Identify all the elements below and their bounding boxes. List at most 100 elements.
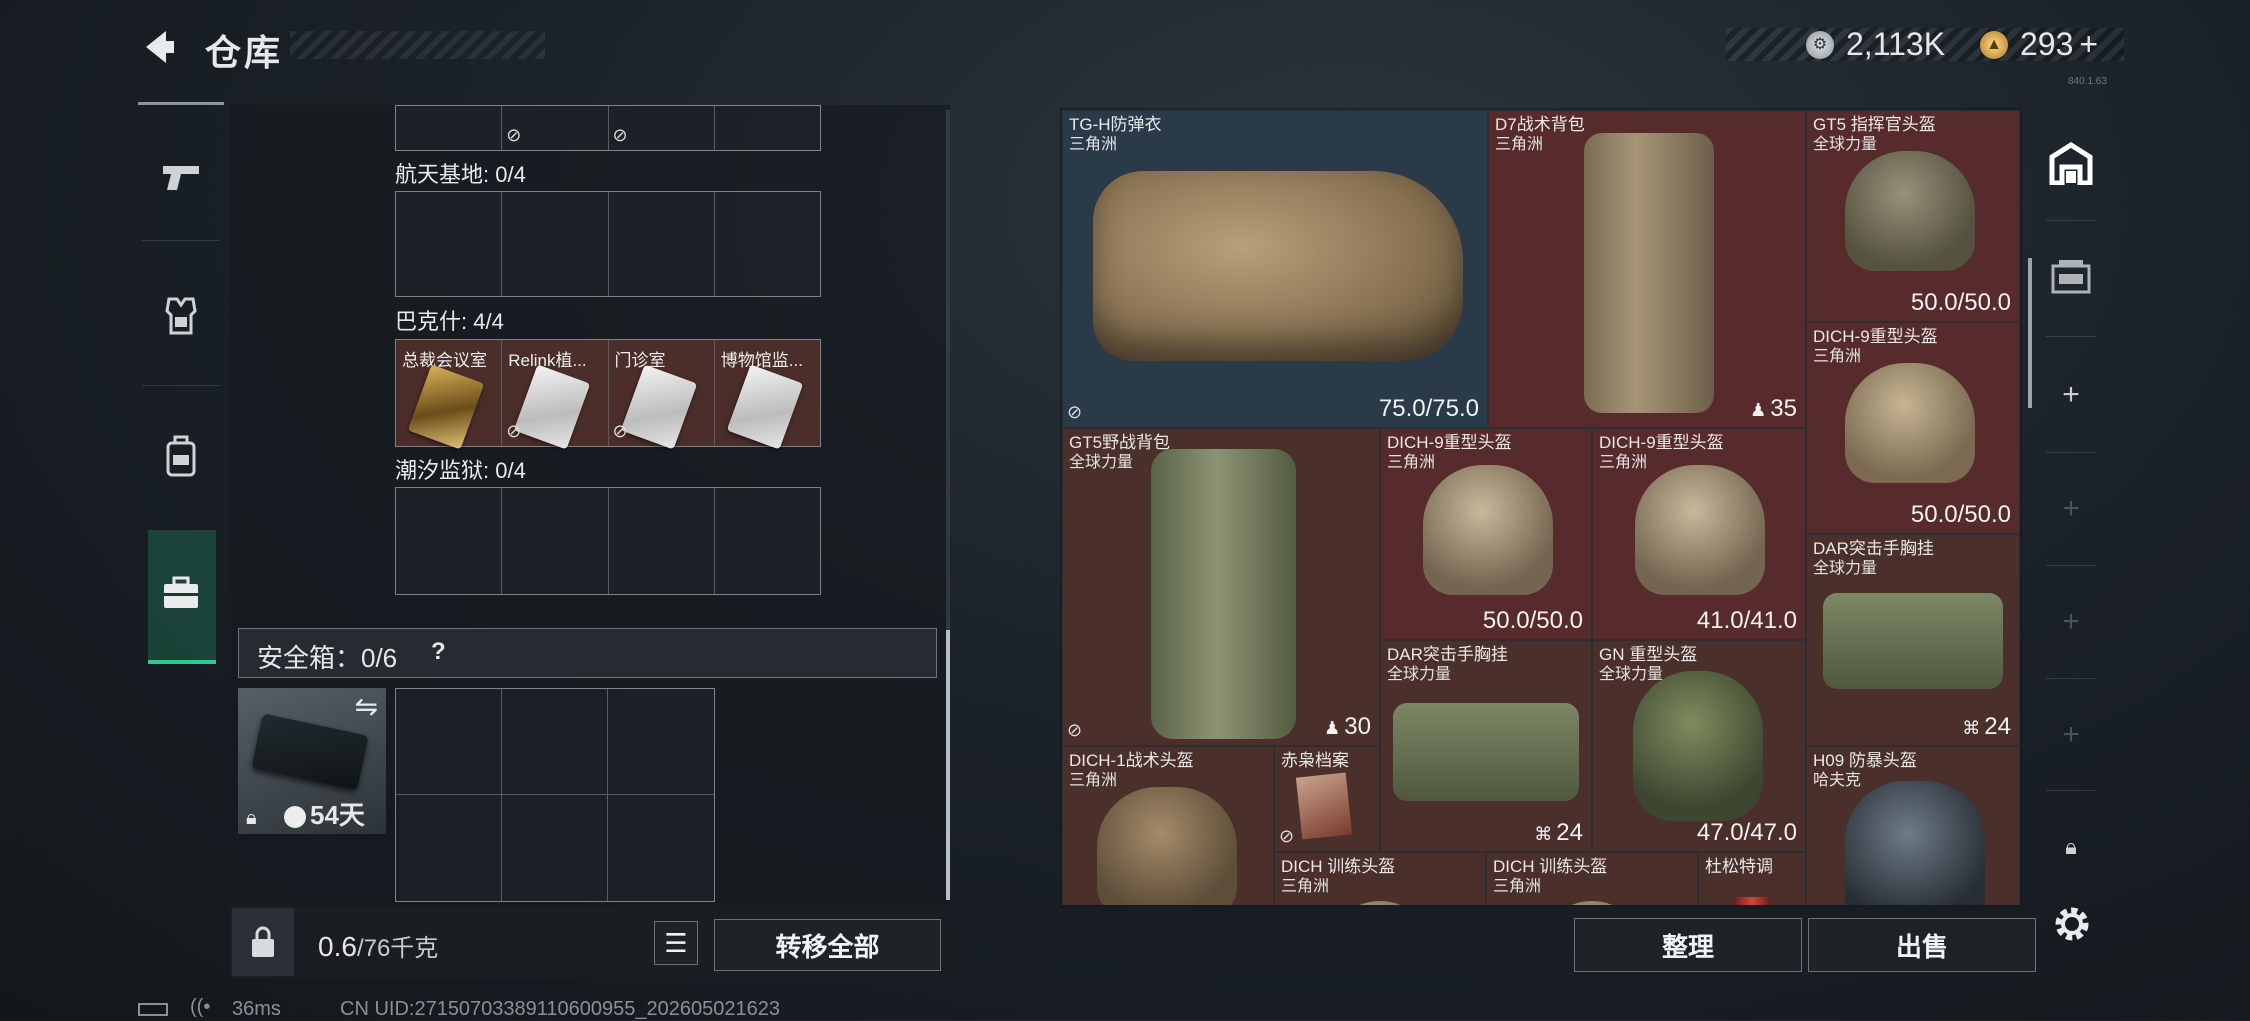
inventory-item[interactable]: DAR突击手胸挂 全球力量 ⌘ 24 bbox=[1806, 534, 2020, 746]
safe-slot[interactable] bbox=[608, 795, 714, 901]
add-storage-button[interactable]: + bbox=[2036, 587, 2106, 657]
inventory-item[interactable]: 赤枭档案 ⊘ bbox=[1274, 746, 1380, 852]
inventory-item[interactable]: D7战术背包 三角洲 ♟ 35 bbox=[1488, 110, 1806, 428]
collection-card[interactable]: 门诊室 ⊘ bbox=[608, 340, 715, 450]
inventory-item[interactable]: DICH-1战术头盔 三角洲 bbox=[1062, 746, 1274, 905]
collection-slot[interactable] bbox=[715, 106, 820, 150]
sell-button[interactable]: 出售 bbox=[1808, 918, 2036, 972]
item-subtitle: 三角洲 bbox=[1069, 136, 1118, 153]
collection-slot[interactable] bbox=[609, 488, 715, 594]
collection-card[interactable]: Relink植... ⊘ bbox=[502, 340, 609, 450]
helmet-image bbox=[1635, 465, 1765, 595]
inventory-item[interactable]: DICH-9重型头盔 三角洲 50.0/50.0 bbox=[1806, 322, 2020, 534]
backpack-image bbox=[1151, 449, 1296, 739]
home-storage-tab[interactable] bbox=[2036, 132, 2106, 202]
item-name: D7战术背包 bbox=[1495, 115, 1585, 134]
armor-vest-icon bbox=[163, 295, 199, 342]
nav-weapons[interactable] bbox=[138, 136, 224, 222]
keycard-image bbox=[513, 364, 591, 450]
inventory-item[interactable]: GN 重型头盔 全球力量 47.0/47.0 bbox=[1592, 640, 1806, 852]
battery-icon bbox=[138, 1003, 168, 1016]
item-subtitle: 全球力量 bbox=[1599, 666, 1664, 683]
collection-slot[interactable] bbox=[396, 192, 503, 296]
keycard-image bbox=[726, 364, 804, 450]
inventory-item[interactable]: TG-H防弹衣 三角洲 ⊘ 75.0/75.0 bbox=[1062, 110, 1488, 428]
scrollbar-thumb[interactable] bbox=[946, 630, 950, 900]
nav-divider bbox=[142, 385, 220, 386]
list-view-button[interactable]: ☰ bbox=[654, 921, 698, 965]
wifi-icon: ((• bbox=[190, 996, 211, 1018]
inventory-item[interactable]: DICH-9重型头盔 三角洲 41.0/41.0 bbox=[1592, 428, 1806, 640]
safe-slot[interactable] bbox=[502, 795, 608, 901]
collection-slot[interactable] bbox=[396, 488, 503, 594]
collection-slot[interactable] bbox=[609, 192, 715, 296]
document-image bbox=[1295, 772, 1353, 840]
pistol-icon bbox=[159, 160, 203, 199]
nav-backpack[interactable] bbox=[138, 415, 224, 501]
backpack-image bbox=[1584, 133, 1714, 413]
lock-icon[interactable] bbox=[232, 908, 294, 976]
item-name: DICH-9重型头盔 bbox=[1387, 433, 1512, 452]
gear-icon[interactable] bbox=[2050, 902, 2094, 946]
add-storage-button[interactable]: + bbox=[2036, 474, 2106, 544]
item-durability: 50.0/50.0 bbox=[1910, 289, 2011, 316]
collection-slot[interactable] bbox=[502, 488, 609, 594]
transfer-all-button[interactable]: 转移全部 bbox=[714, 919, 941, 971]
organize-button[interactable]: 整理 bbox=[1574, 918, 1802, 972]
inventory-item[interactable]: 杜松特调 bbox=[1698, 852, 1806, 905]
swap-icon[interactable]: ⇋ bbox=[355, 690, 378, 723]
add-storage-button[interactable]: + bbox=[2036, 700, 2106, 770]
lock-icon: 🔒︎ bbox=[246, 807, 257, 829]
inventory-item[interactable]: DICH-9重型头盔 三角洲 50.0/50.0 bbox=[1380, 428, 1592, 640]
item-name: DICH-1战术头盔 bbox=[1069, 751, 1194, 770]
sidebar-divider bbox=[2046, 790, 2096, 791]
safe-slot[interactable] bbox=[608, 689, 714, 795]
item-subtitle: 全球力量 bbox=[1387, 666, 1452, 683]
gold-currency-value[interactable]: 293 + bbox=[2020, 28, 2098, 61]
inventory-item[interactable]: DICH 训练头盔 三角洲 bbox=[1274, 852, 1486, 905]
helmet-image bbox=[1845, 151, 1975, 271]
silver-currency-value: 2,113K bbox=[1846, 26, 1946, 62]
inventory-item[interactable]: DICH 训练头盔 三角洲 bbox=[1486, 852, 1698, 905]
weight-value: 0.6 bbox=[318, 931, 357, 962]
item-name: DICH-9重型头盔 bbox=[1813, 327, 1938, 346]
item-subtitle: 三角洲 bbox=[1493, 878, 1542, 895]
item-name: TG-H防弹衣 bbox=[1069, 115, 1162, 134]
plus-icon: + bbox=[2062, 605, 2080, 638]
safe-slot[interactable] bbox=[396, 689, 502, 795]
item-subtitle: 三角洲 bbox=[1495, 136, 1544, 153]
item-subtitle: 哈夫克 bbox=[1813, 772, 1862, 789]
item-subtitle: 三角洲 bbox=[1069, 772, 1118, 789]
help-button[interactable]: ? bbox=[431, 638, 446, 666]
item-name: GN 重型头盔 bbox=[1599, 645, 1698, 664]
back-arrow-icon[interactable] bbox=[138, 25, 182, 69]
collection-slot[interactable]: ⊘ bbox=[609, 106, 715, 150]
collection-slot[interactable] bbox=[715, 192, 820, 296]
item-name: DAR突击手胸挂 bbox=[1813, 539, 1934, 558]
item-subtitle: 全球力量 bbox=[1813, 560, 1878, 577]
helmet-image bbox=[1845, 781, 1985, 905]
inventory-item[interactable]: GT5野战背包 全球力量 ⊘ ♟ 30 bbox=[1062, 428, 1380, 746]
card-name: 总裁会议室 bbox=[402, 351, 487, 370]
nav-armor[interactable] bbox=[138, 275, 224, 361]
collection-card[interactable]: 博物馆监... bbox=[714, 340, 820, 450]
safe-box-grid bbox=[395, 688, 715, 902]
inventory-item[interactable]: GT5 指挥官头盔 全球力量 50.0/50.0 bbox=[1806, 110, 2020, 322]
collection-slot[interactable] bbox=[715, 488, 820, 594]
add-storage-button[interactable]: + bbox=[2036, 360, 2106, 430]
collection-slot[interactable] bbox=[396, 106, 503, 150]
collection-slot[interactable]: ⊘ bbox=[502, 106, 609, 150]
drink-image bbox=[1735, 897, 1769, 905]
safe-box-item[interactable]: ⇋ 🔒︎ 54天 bbox=[238, 688, 386, 834]
nav-safebox[interactable] bbox=[138, 552, 224, 638]
collection-slot[interactable] bbox=[502, 192, 609, 296]
safe-slot[interactable] bbox=[502, 689, 608, 795]
storage-box-tab[interactable] bbox=[2036, 245, 2106, 315]
inventory-item[interactable]: H09 防暴头盔 哈夫克 bbox=[1806, 746, 2020, 905]
safe-box-header: 安全箱：0/6 ? bbox=[238, 628, 937, 678]
inventory-item[interactable]: DAR突击手胸挂 全球力量 ⌘ 24 bbox=[1380, 640, 1592, 852]
add-currency-button[interactable]: + bbox=[2079, 26, 2098, 62]
safe-slot[interactable] bbox=[396, 795, 502, 901]
storage-box-icon bbox=[2049, 256, 2093, 304]
collection-card[interactable]: 总裁会议室 bbox=[396, 340, 503, 450]
